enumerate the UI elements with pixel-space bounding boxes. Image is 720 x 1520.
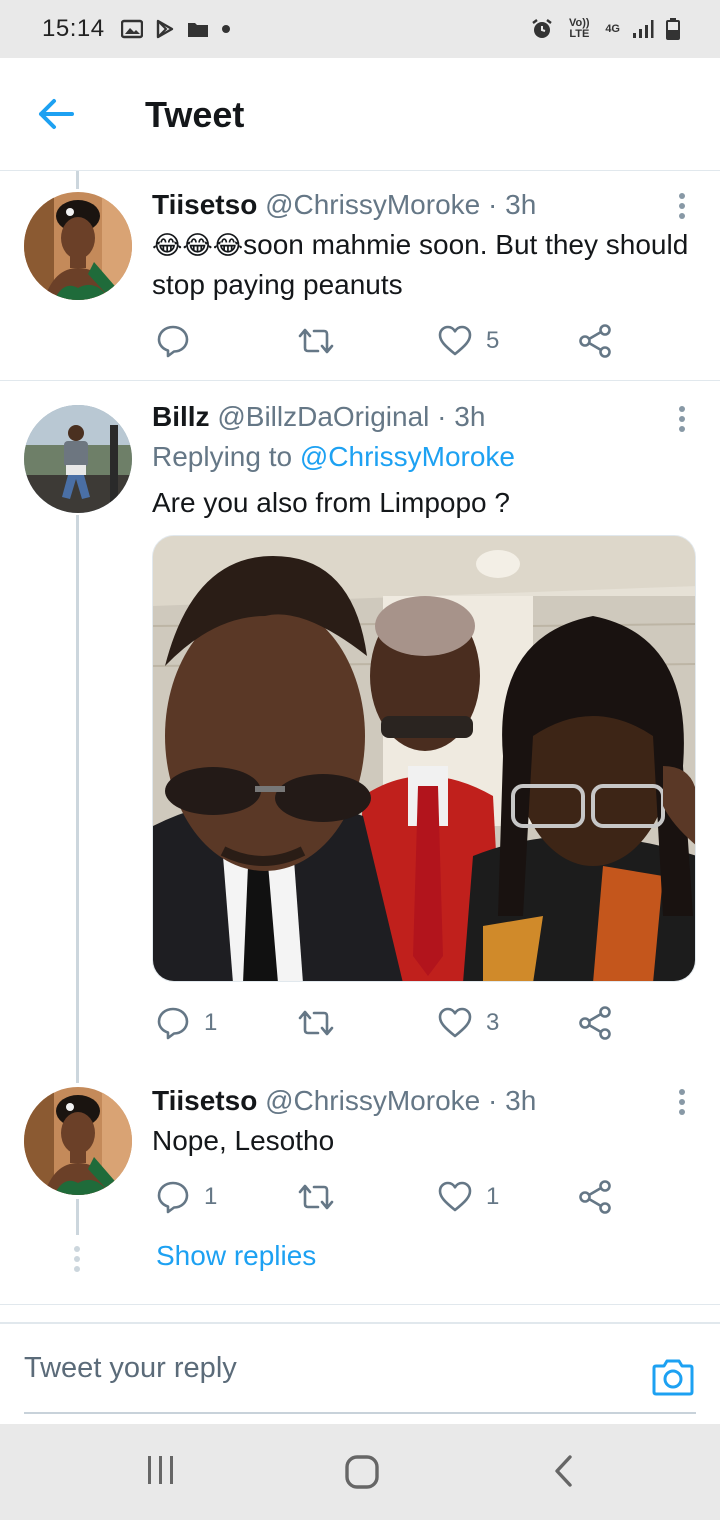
share-icon xyxy=(579,324,611,358)
retweet-button[interactable] xyxy=(298,1177,334,1217)
tweet-text: 😂😂😂soon mahmie soon. But they should sto… xyxy=(152,225,696,304)
replying-to-label: Replying to xyxy=(152,441,293,472)
back-nav-icon[interactable] xyxy=(552,1454,574,1488)
tweet-header: Tiisetso @ChrissyMoroke · 3h xyxy=(152,1083,696,1119)
tweet-actions: 1 1 xyxy=(152,1177,632,1217)
signal-icon xyxy=(633,20,654,38)
like-button[interactable]: 1 xyxy=(438,1177,499,1217)
like-count: 1 xyxy=(486,1183,500,1210)
replying-to-mention[interactable]: @ChrissyMoroke xyxy=(300,441,515,472)
top-app-bar: Tweet xyxy=(0,58,720,171)
tweet-photo[interactable] xyxy=(152,535,696,982)
home-icon[interactable] xyxy=(344,1454,380,1490)
display-name[interactable]: Billz xyxy=(152,401,210,432)
reply-input[interactable] xyxy=(24,1324,696,1414)
separator: · xyxy=(488,189,498,220)
separator: · xyxy=(437,401,447,432)
like-button[interactable]: 3 xyxy=(438,1003,499,1043)
avatar[interactable] xyxy=(24,1087,132,1195)
tweet-actions: 1 3 xyxy=(152,1003,632,1043)
play-store-icon xyxy=(156,19,173,39)
tweet-time: 3h xyxy=(454,401,486,432)
share-button[interactable] xyxy=(578,1177,612,1217)
retweet-icon xyxy=(298,1184,334,1210)
retweet-icon xyxy=(298,1010,334,1036)
tweet-text: Nope, Lesotho xyxy=(152,1125,335,1156)
folder-icon xyxy=(187,23,208,37)
tweet-actions: 5 xyxy=(152,321,632,361)
recent-apps-icon[interactable] xyxy=(146,1454,176,1486)
share-icon xyxy=(579,1006,611,1040)
tweet[interactable]: Billz @BillzDaOriginal · 3h Replying to … xyxy=(0,381,720,1061)
more-options-icon[interactable] xyxy=(676,193,688,223)
heart-icon xyxy=(438,1007,472,1038)
more-options-icon[interactable] xyxy=(676,406,688,436)
share-button[interactable] xyxy=(578,1003,612,1043)
avatar[interactable] xyxy=(24,192,132,300)
show-replies-link[interactable]: Show replies xyxy=(156,1240,316,1272)
more-options-icon[interactable] xyxy=(676,1089,688,1119)
network-type-label: 4G xyxy=(605,22,620,35)
share-button[interactable] xyxy=(578,321,612,361)
reply-button[interactable]: 1 xyxy=(156,1177,217,1217)
replying-to: Replying to @ChrissyMoroke xyxy=(152,439,696,475)
status-time: 15:14 xyxy=(42,15,105,42)
system-nav-bar xyxy=(0,1424,720,1520)
thread-ellipsis-icon xyxy=(74,1246,81,1272)
emoji-text: 😂😂😂 xyxy=(152,230,244,260)
reply-count: 1 xyxy=(204,1009,218,1036)
divider xyxy=(0,1304,720,1305)
reply-button[interactable]: 1 xyxy=(156,1003,217,1043)
comment-icon xyxy=(157,1007,189,1040)
tweet-body: Tiisetso @ChrissyMoroke · 3h 😂😂😂soon mah… xyxy=(152,187,696,304)
user-handle[interactable]: @BillzDaOriginal xyxy=(217,401,429,432)
heart-icon xyxy=(438,1181,472,1212)
status-notification-icons xyxy=(120,19,231,39)
avatar[interactable] xyxy=(24,405,132,513)
tweet-header: Billz @BillzDaOriginal · 3h xyxy=(152,399,696,435)
retweet-button[interactable] xyxy=(298,321,334,361)
tweet-text: Are you also from Limpopo ? xyxy=(152,487,510,518)
like-button[interactable]: 5 xyxy=(438,321,499,361)
tweet-header: Tiisetso @ChrissyMoroke · 3h xyxy=(152,187,696,223)
tweet-time: 3h xyxy=(505,1085,537,1116)
retweet-icon xyxy=(298,328,334,354)
gallery-icon xyxy=(120,19,143,39)
comment-icon xyxy=(157,1181,189,1214)
tweet-body: Billz @BillzDaOriginal · 3h Replying to … xyxy=(152,399,696,522)
like-count: 3 xyxy=(486,1009,500,1036)
share-icon xyxy=(579,1180,611,1214)
back-arrow-icon[interactable] xyxy=(36,96,76,132)
dot-icon xyxy=(221,25,230,33)
status-bar: 15:14 Vo)) LTE 4G xyxy=(0,0,720,58)
status-system-icons: Vo)) LTE 4G xyxy=(531,18,680,40)
separator: · xyxy=(488,1085,498,1116)
camera-icon[interactable] xyxy=(652,1356,694,1396)
user-handle[interactable]: @ChrissyMoroke xyxy=(265,1085,480,1116)
reply-count: 1 xyxy=(204,1183,218,1210)
user-handle[interactable]: @ChrissyMoroke xyxy=(265,189,480,220)
volte-label: Vo)) LTE xyxy=(569,17,590,40)
retweet-button[interactable] xyxy=(298,1003,334,1043)
tweet[interactable]: Tiisetso @ChrissyMoroke · 3h 😂😂😂soon mah… xyxy=(0,171,720,379)
tweet-body: Tiisetso @ChrissyMoroke · 3h Nope, Lesot… xyxy=(152,1083,696,1160)
display-name[interactable]: Tiisetso xyxy=(152,189,257,220)
display-name[interactable]: Tiisetso xyxy=(152,1085,257,1116)
tweet-time: 3h xyxy=(505,189,537,220)
heart-icon xyxy=(438,325,472,356)
reply-composer xyxy=(0,1322,720,1424)
comment-icon xyxy=(157,325,189,358)
like-count: 5 xyxy=(486,327,500,354)
battery-icon xyxy=(666,18,680,40)
reply-button[interactable] xyxy=(156,321,204,361)
tweet[interactable]: Tiisetso @ChrissyMoroke · 3h Nope, Lesot… xyxy=(0,1083,720,1214)
alarm-icon xyxy=(532,19,553,38)
page-title: Tweet xyxy=(145,94,245,135)
